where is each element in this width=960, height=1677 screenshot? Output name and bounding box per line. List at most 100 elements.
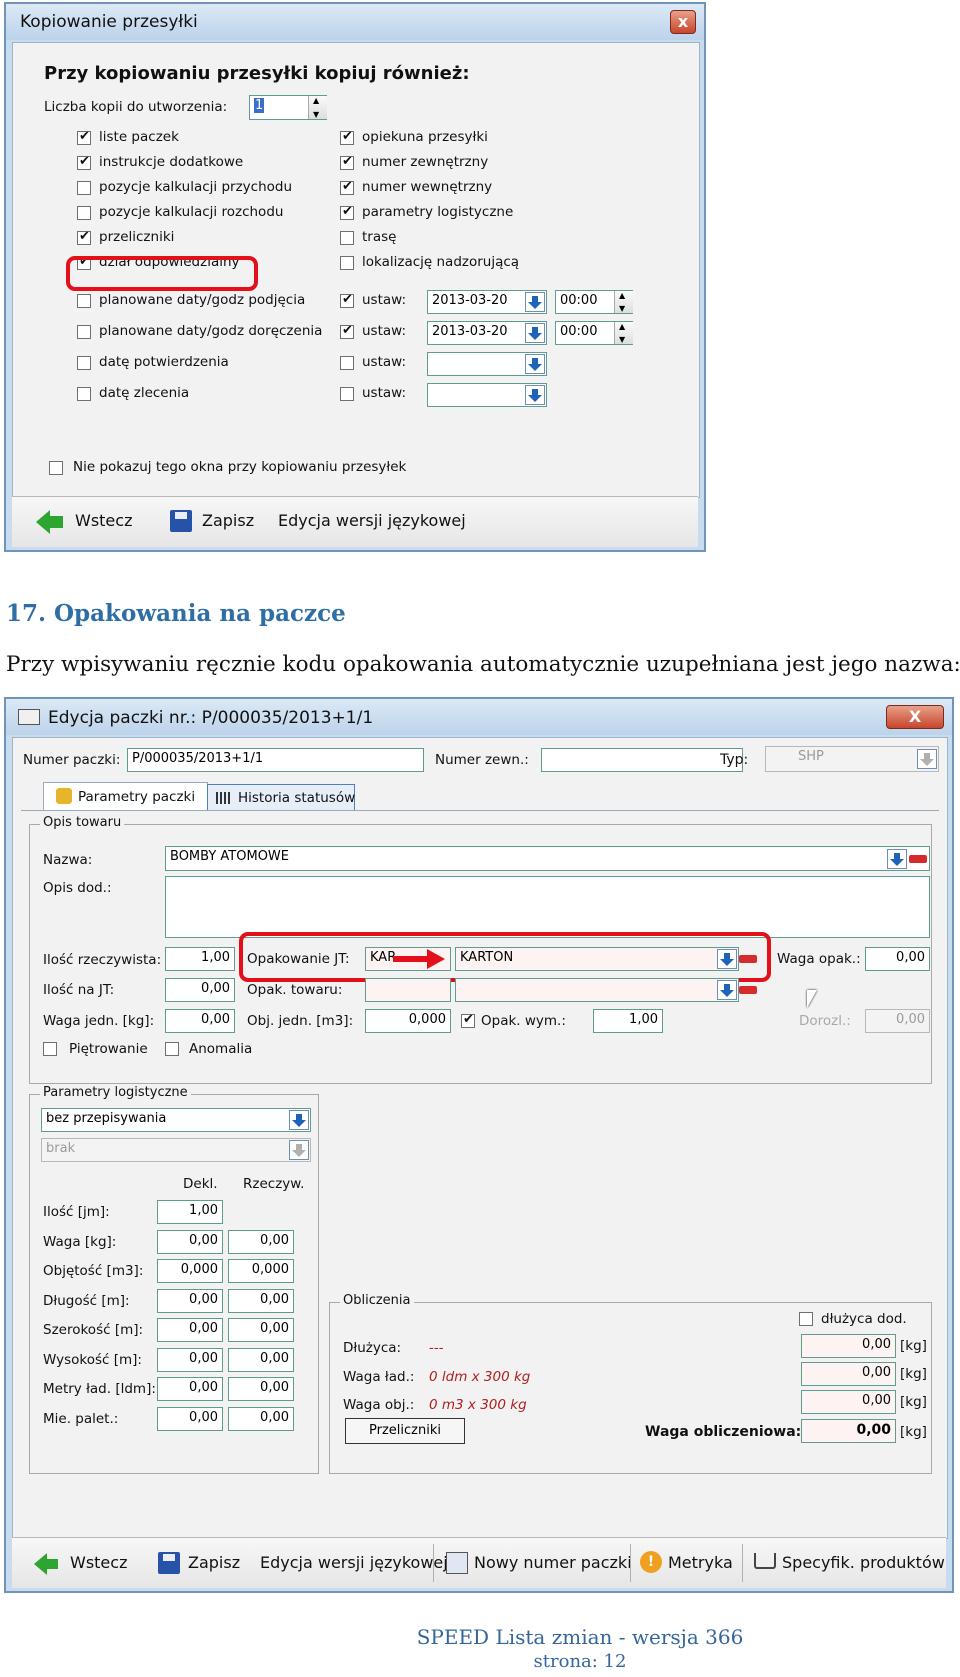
actual-field[interactable]: 0,00	[228, 1229, 294, 1254]
back-arrow-icon	[36, 510, 50, 534]
close-button[interactable]: X	[886, 705, 944, 729]
unit-weight-field[interactable]: 0,00	[165, 1009, 235, 1033]
unit-volume-field[interactable]: 0,000	[365, 1009, 451, 1033]
time-stepper[interactable]	[614, 322, 633, 344]
copy-option-checkbox[interactable]	[77, 154, 91, 170]
copies-stepper[interactable]	[308, 96, 327, 119]
logistics-dropdown-icon-2[interactable]	[289, 1140, 309, 1160]
date-picker-icon[interactable]	[525, 385, 545, 405]
calc-field[interactable]: 0,00	[801, 1390, 896, 1414]
set-date-checkbox[interactable]	[340, 387, 354, 401]
stacking-checkbox[interactable]	[43, 1042, 57, 1056]
copy-option-checkbox[interactable]	[77, 181, 91, 195]
desc-field[interactable]	[165, 876, 930, 938]
actual-field[interactable]: 0,00	[228, 1318, 294, 1342]
package-dialog-titlebar: Edycja paczki nr.: P/000035/2013+1/1 X	[6, 699, 952, 735]
dozrol-field[interactable]: 0,00	[865, 1009, 930, 1033]
date-option-checkbox[interactable]	[77, 325, 91, 339]
goods-packaging-remove-icon[interactable]	[739, 986, 757, 994]
actual-field[interactable]: 0,00	[228, 1347, 294, 1372]
name-dropdown-icon[interactable]	[887, 849, 907, 869]
declared-field[interactable]: 0,00	[157, 1318, 223, 1342]
new-number-icon	[446, 1552, 468, 1574]
logistics-dropdown-icon[interactable]	[289, 1110, 309, 1130]
save-button[interactable]: Zapisz	[188, 1553, 240, 1572]
logistics-row-label: Objętość [m3]:	[43, 1263, 144, 1279]
back-button[interactable]: Wstecz	[75, 511, 132, 530]
spec-button[interactable]: Specyfik. produktów	[782, 1553, 945, 1572]
actual-qty-field[interactable]: 1,00	[165, 947, 235, 971]
logistics-select-2[interactable]: brak	[41, 1138, 311, 1162]
date-picker-icon[interactable]	[525, 323, 545, 343]
opak-wym-checkbox[interactable]	[461, 1012, 475, 1028]
metryka-button[interactable]: Metryka	[668, 1553, 733, 1572]
copy-option-checkbox[interactable]	[340, 179, 354, 195]
date-picker-icon[interactable]	[525, 292, 545, 312]
actual-field[interactable]: 0,00	[228, 1288, 294, 1313]
declared-field[interactable]: 0,00	[157, 1347, 223, 1372]
date-option-checkbox[interactable]	[77, 356, 91, 370]
declared-field[interactable]: 0,00	[157, 1229, 223, 1254]
logistics-row-label: Ilość [jm]:	[43, 1204, 110, 1220]
language-edit-button[interactable]: Edycja wersji językowej	[278, 511, 466, 530]
set-date-checkbox[interactable]	[340, 356, 354, 370]
type-dropdown-icon[interactable]	[917, 749, 937, 769]
date-option-checkbox[interactable]	[77, 387, 91, 401]
declared-field[interactable]: 0,00	[157, 1406, 223, 1431]
set-date-checkbox[interactable]	[340, 292, 354, 308]
save-icon	[170, 510, 192, 532]
qty-per-jt-field[interactable]: 0,00	[165, 978, 235, 1002]
date-option-checkbox[interactable]	[77, 294, 91, 308]
copy-option-checkbox[interactable]	[340, 256, 354, 270]
name-field[interactable]: BOMBY ATOMOWE	[165, 846, 930, 871]
tab-parametry[interactable]: Parametry paczki	[43, 782, 208, 811]
pack-weight-field[interactable]: 0,00	[865, 947, 930, 971]
copy-option-checkbox[interactable]	[340, 154, 354, 170]
package-number-field[interactable]: P/000035/2013+1/1	[127, 748, 424, 772]
copy-option-checkbox[interactable]	[77, 206, 91, 220]
actual-field[interactable]: 0,00	[228, 1406, 294, 1431]
type-select[interactable]: SHP	[765, 746, 939, 772]
goods-packaging-code[interactable]	[365, 978, 451, 1002]
calc-field[interactable]: 0,00	[801, 1334, 896, 1358]
back-button[interactable]: Wstecz	[70, 1553, 127, 1572]
time-stepper[interactable]	[614, 291, 633, 313]
dluzyca-dod-checkbox[interactable]	[799, 1312, 813, 1326]
declared-field[interactable]: 1,00	[157, 1200, 223, 1224]
dont-show-checkbox[interactable]	[49, 461, 63, 475]
calc-weight-field[interactable]: 0,00	[801, 1419, 896, 1443]
tab-label: Parametry paczki	[78, 789, 196, 805]
copy-option-checkbox[interactable]	[340, 204, 354, 220]
dont-show-label: Nie pokazuj tego okna przy kopiowaniu pr…	[73, 459, 407, 475]
copy-option-checkbox[interactable]	[340, 231, 354, 245]
goods-packaging-dropdown-icon[interactable]	[717, 980, 737, 1000]
opak-wym-field[interactable]: 1,00	[593, 1009, 663, 1033]
name-remove-icon[interactable]	[909, 855, 927, 863]
external-number-field[interactable]	[541, 748, 743, 772]
date-picker-icon[interactable]	[525, 354, 545, 374]
close-button[interactable]: x	[670, 10, 696, 34]
calc-unit: [kg]	[900, 1366, 927, 1382]
anomaly-checkbox[interactable]	[165, 1042, 179, 1056]
declared-field[interactable]: 0,000	[157, 1259, 223, 1283]
set-date-checkbox[interactable]	[340, 323, 354, 339]
language-edit-button[interactable]: Edycja wersji językowej	[260, 1553, 448, 1572]
logistics-select-1[interactable]: bez przepisywania	[41, 1108, 311, 1132]
copy-option-checkbox[interactable]	[77, 229, 91, 245]
actual-field[interactable]: 0,00	[228, 1377, 294, 1401]
save-button[interactable]: Zapisz	[202, 511, 254, 530]
load-weight-value: 0 ldm x 300 kg	[429, 1369, 531, 1385]
highlight-dzial	[66, 256, 258, 291]
goods-packaging-name[interactable]	[455, 978, 739, 1002]
actual-field[interactable]: 0,000	[228, 1259, 294, 1283]
new-number-button[interactable]: Nowy numer paczki	[474, 1553, 632, 1572]
package-icon	[56, 788, 72, 804]
declared-field[interactable]: 0,00	[157, 1377, 223, 1401]
date-option-label: datę zlecenia	[99, 385, 190, 401]
declared-field[interactable]: 0,00	[157, 1288, 223, 1313]
przeliczniki-button[interactable]: Przeliczniki	[345, 1418, 465, 1444]
calc-field[interactable]: 0,00	[801, 1362, 896, 1386]
copy-option-checkbox[interactable]	[77, 129, 91, 145]
tab-historia[interactable]: Historia statusów	[207, 784, 355, 811]
copy-option-checkbox[interactable]	[340, 129, 354, 145]
